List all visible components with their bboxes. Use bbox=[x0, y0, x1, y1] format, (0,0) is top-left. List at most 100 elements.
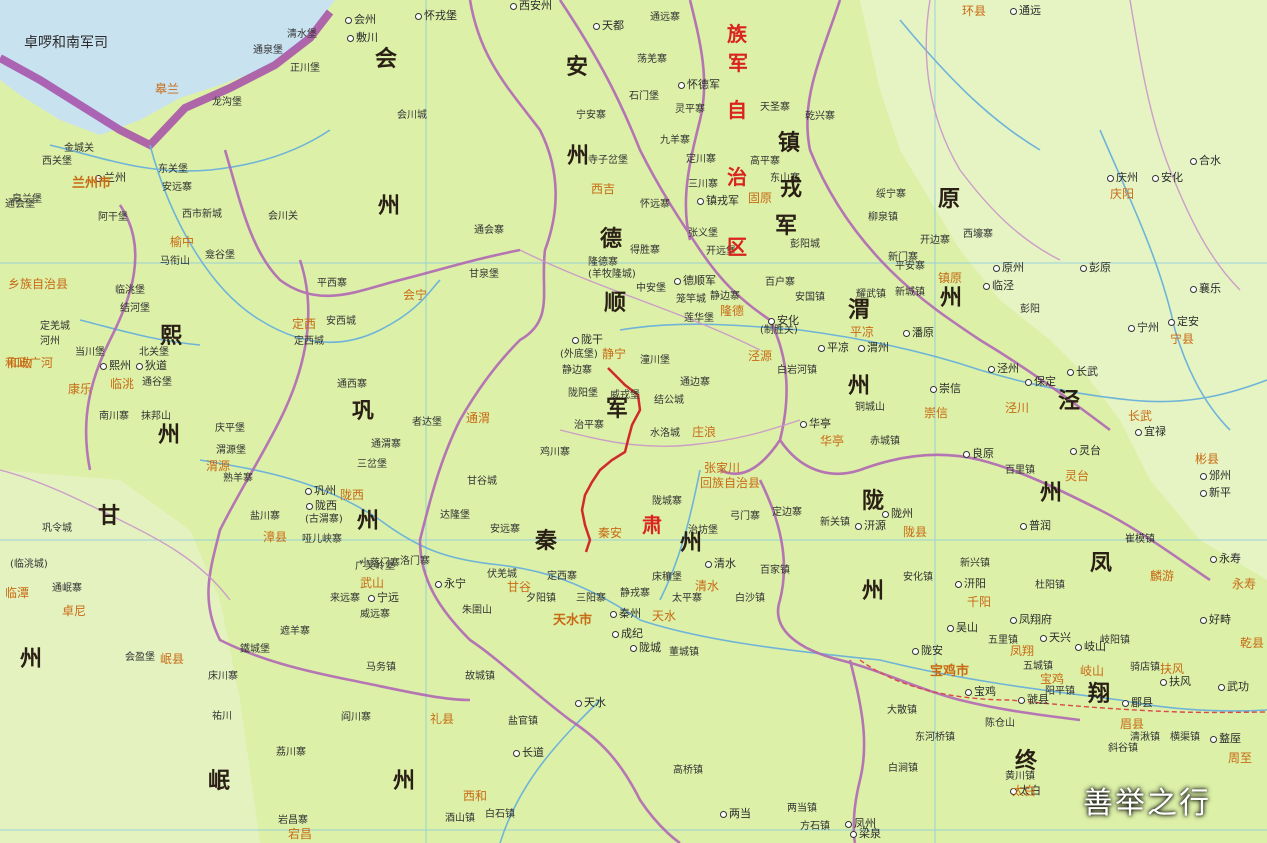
town-label: 正川堡 bbox=[290, 64, 320, 74]
modern-city-label: 宝鸡市 bbox=[930, 665, 969, 678]
modern-city-label: 兰州市 bbox=[72, 177, 111, 190]
city-label: 宝鸡 bbox=[965, 686, 996, 697]
city-label: 秦州 bbox=[610, 608, 641, 619]
town-label: 通边寨 bbox=[680, 378, 710, 388]
town-label-text: 安化镇 bbox=[903, 572, 933, 583]
modern-city-label-text: 扶风 bbox=[1160, 662, 1185, 676]
town-label: 东关堡 bbox=[158, 165, 188, 175]
place-marker-icon bbox=[575, 699, 582, 707]
place-marker-icon bbox=[912, 647, 919, 655]
place-marker-icon bbox=[1190, 285, 1197, 293]
town-label: 百户寨 bbox=[765, 278, 795, 288]
place-marker-icon bbox=[1210, 555, 1217, 563]
town-label: 酒山镇 bbox=[445, 814, 475, 824]
place-marker-icon bbox=[630, 644, 637, 652]
place-marker-icon bbox=[697, 197, 704, 205]
town-label-text: 阳平镇 bbox=[1045, 686, 1075, 697]
place-marker-icon bbox=[1210, 735, 1217, 743]
city-label-text: 扶风 bbox=[1169, 675, 1191, 688]
city-label: 陇州 bbox=[882, 508, 913, 519]
town-label: 金城关 bbox=[64, 144, 94, 154]
modern-city-label-text: 清水 bbox=[695, 579, 720, 593]
town-label: 静戎寨 bbox=[620, 589, 650, 599]
modern-city-label: 陇县 bbox=[903, 526, 927, 538]
town-label: 广吴岭堡 bbox=[355, 562, 395, 572]
town-label-text: 鐵城堡 bbox=[240, 644, 270, 655]
city-label-text: 通远 bbox=[1019, 4, 1041, 17]
town-label: 张义堡 bbox=[688, 229, 718, 239]
town-label: 安远寨 bbox=[162, 183, 192, 193]
modern-city-label-text: 甘谷 bbox=[507, 580, 532, 594]
city-label: 陇安 bbox=[912, 645, 943, 656]
province-label: 州 bbox=[1040, 482, 1062, 504]
province-label-text: 凤 bbox=[1090, 550, 1113, 576]
town-label: 彭阳 bbox=[1020, 305, 1040, 315]
city-label: 泾州 bbox=[988, 363, 1019, 374]
modern-city-label: 镇原 bbox=[938, 272, 962, 284]
town-label-text: 高平寨 bbox=[750, 156, 780, 167]
modern-city-label: 庄浪 bbox=[692, 426, 716, 438]
town-label: 马衔山 bbox=[160, 257, 190, 267]
place-marker-icon bbox=[1040, 634, 1047, 642]
town-label-text: 赤城镇 bbox=[870, 436, 900, 447]
modern-region-label-text: 军 bbox=[728, 51, 748, 75]
province-label-text: 会 bbox=[375, 46, 398, 72]
province-label-text: 巩 bbox=[352, 398, 375, 424]
city-label-text: 镇戎军 bbox=[706, 194, 739, 207]
town-label-text: 龙沟堡 bbox=[212, 97, 242, 108]
town-label-text: 鸡川寨 bbox=[540, 447, 570, 458]
town-label: 通岷寨 bbox=[52, 584, 82, 594]
modern-region-label-text: 自 bbox=[727, 98, 747, 122]
modern-region-label: 族 bbox=[727, 24, 747, 44]
town-label-text: 会川城 bbox=[397, 110, 427, 121]
province-label-text: 秦 bbox=[535, 528, 558, 554]
town-label-text: 乾兴寨 bbox=[805, 111, 835, 122]
modern-city-label-text: 隆德 bbox=[720, 304, 745, 318]
town-label: 陇阳堡 bbox=[568, 389, 598, 399]
province-label-text: 熙 bbox=[160, 323, 183, 349]
city-label-text: 陇州 bbox=[891, 507, 913, 520]
town-label-text: 九羊寨 bbox=[660, 135, 690, 146]
town-label: 三川寨 bbox=[688, 180, 718, 190]
town-label-text: 皋兰堡 bbox=[12, 194, 42, 205]
city-label-text: 长道 bbox=[522, 746, 544, 759]
place-marker-icon bbox=[1200, 616, 1207, 624]
town-label-text: 结河堡 bbox=[120, 303, 150, 314]
town-label-text: 酒山镇 bbox=[445, 813, 475, 824]
town-label-text: 床川寨 bbox=[208, 671, 238, 682]
town-label-text: 抹邦山 bbox=[141, 411, 171, 422]
modern-city-label: 通渭 bbox=[466, 412, 490, 424]
town-label-text: 广吴岭堡 bbox=[355, 561, 395, 572]
town-label: 怀远寨 bbox=[640, 200, 670, 210]
town-label: 甘泉堡 bbox=[469, 270, 499, 280]
town-label: 通泉堡 bbox=[253, 46, 283, 56]
place-marker-icon bbox=[1128, 324, 1135, 332]
city-label-text: 秦州 bbox=[619, 607, 641, 620]
town-label-text: 天圣寨 bbox=[760, 102, 790, 113]
town-label-text: 白岩河镇 bbox=[777, 365, 817, 376]
town-label: 岩昌寨 bbox=[278, 816, 308, 826]
province-label: 州 bbox=[357, 510, 379, 532]
modern-city-label: 礼县 bbox=[430, 713, 454, 725]
town-label-text: 铜城山 bbox=[855, 402, 885, 413]
town-label-text: 陈仓山 bbox=[985, 718, 1015, 729]
modern-city-label: 张家川 bbox=[704, 462, 740, 474]
town-label-text: 三川寨 bbox=[688, 179, 718, 190]
town-label-text: 阎川寨 bbox=[341, 712, 371, 723]
place-marker-icon bbox=[368, 594, 375, 602]
town-label: 静边寨 bbox=[710, 292, 740, 302]
province-label-text: 州 bbox=[940, 285, 963, 311]
town-label-text: (临洮城) bbox=[10, 559, 48, 570]
town-label: 中安堡 bbox=[636, 284, 666, 294]
city-label: 原州 bbox=[993, 262, 1024, 273]
town-label-text: 南川寨 bbox=[99, 411, 129, 422]
modern-city-label-text: 定西 bbox=[292, 317, 317, 331]
place-marker-icon bbox=[612, 630, 619, 638]
town-label: 结河堡 bbox=[120, 304, 150, 314]
province-label: 秦 bbox=[535, 530, 557, 552]
city-label-text: 凤翔府 bbox=[1019, 613, 1052, 626]
modern-city-label: 武山 bbox=[360, 577, 384, 589]
place-marker-icon bbox=[768, 317, 775, 325]
town-label-text: 正川堡 bbox=[290, 63, 320, 74]
modern-city-label-text: 宁县 bbox=[1170, 332, 1195, 346]
